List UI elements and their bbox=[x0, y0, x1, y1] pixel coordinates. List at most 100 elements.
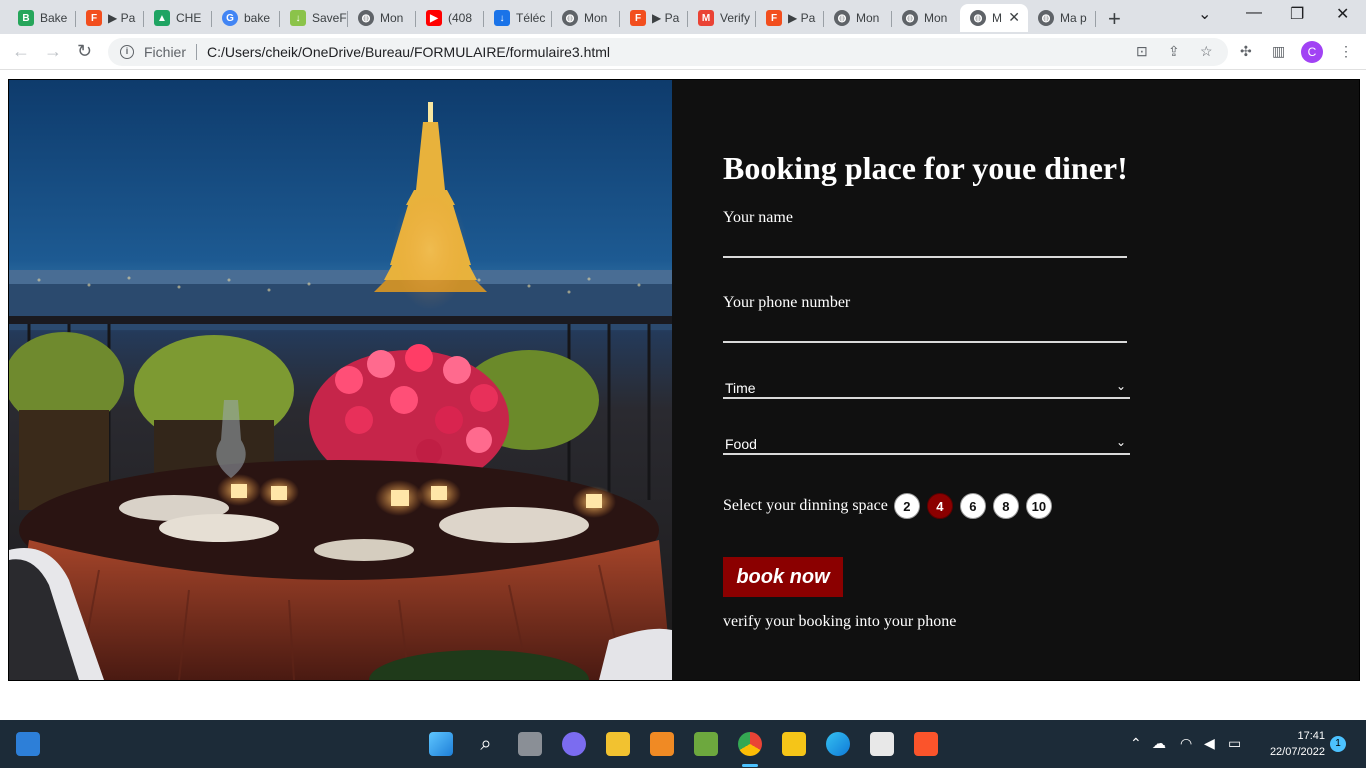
phone-input[interactable] bbox=[723, 341, 1127, 343]
tab[interactable]: F ▶ Pa bbox=[76, 4, 144, 32]
widgets-icon[interactable] bbox=[16, 732, 40, 756]
info-icon[interactable]: i bbox=[120, 45, 134, 59]
figma-icon: F bbox=[766, 10, 782, 26]
figma-icon: F bbox=[630, 10, 646, 26]
dining-space-selector: Select your dinning space 2 4 6 8 10 bbox=[723, 493, 1059, 519]
figma-icon: F bbox=[86, 10, 102, 26]
space-option-2[interactable]: 2 bbox=[893, 493, 920, 519]
tab[interactable]: F ▶ Pa bbox=[620, 4, 688, 32]
brave-icon[interactable] bbox=[914, 732, 938, 756]
form-title: Booking place for youe diner! bbox=[723, 150, 1128, 186]
tab[interactable]: ◍ Mon bbox=[348, 4, 416, 32]
search-icon[interactable]: ⌕ bbox=[474, 732, 498, 756]
globe-icon: ◍ bbox=[1038, 10, 1054, 26]
address-url: C:/Users/cheik/OneDrive/Bureau/FORMULAIR… bbox=[207, 44, 611, 60]
battery-icon[interactable]: ▭ bbox=[1228, 735, 1241, 752]
globe-icon: ◍ bbox=[562, 10, 578, 26]
wifi-icon[interactable]: ◠ bbox=[1180, 735, 1192, 752]
volume-icon[interactable]: ◀ bbox=[1204, 735, 1215, 752]
globe-icon: ◍ bbox=[970, 10, 986, 26]
food-select-value: Food bbox=[725, 436, 757, 452]
download-icon: ↓ bbox=[494, 10, 510, 26]
reload-icon[interactable]: ↻ bbox=[77, 41, 92, 62]
tab[interactable]: ▶ (408 bbox=[416, 4, 484, 32]
google-drive-icon: ▲ bbox=[154, 10, 170, 26]
onedrive-icon[interactable]: ☁ bbox=[1152, 735, 1166, 752]
booking-form: Booking place for youe diner! Your name … bbox=[723, 80, 1353, 680]
restore-icon[interactable]: ❐ bbox=[1290, 4, 1304, 24]
time-select[interactable]: Time ⌄ bbox=[723, 379, 1130, 399]
back-icon[interactable]: ← bbox=[12, 41, 30, 62]
bookmark-star-icon[interactable]: ☆ bbox=[1200, 43, 1213, 60]
share-icon[interactable]: ⇪ bbox=[1168, 43, 1180, 60]
space-option-6[interactable]: 6 bbox=[959, 493, 986, 519]
google-app-icon: G bbox=[222, 10, 238, 26]
restaurant-photo bbox=[9, 80, 672, 680]
tab[interactable]: ↓ Téléc bbox=[484, 4, 552, 32]
minimize-icon[interactable]: — bbox=[1246, 4, 1262, 22]
page-viewport: Booking place for youe diner! Your name … bbox=[0, 71, 1366, 720]
notepad-plus-icon[interactable] bbox=[694, 732, 718, 756]
file-explorer-icon[interactable] bbox=[606, 732, 630, 756]
globe-icon: ◍ bbox=[902, 10, 918, 26]
verify-note: verify your booking into your phone bbox=[723, 613, 957, 630]
task-view-icon[interactable] bbox=[518, 732, 542, 756]
chevron-down-icon: ⌄ bbox=[1115, 379, 1126, 393]
extensions-icon[interactable]: ✣ bbox=[1240, 43, 1252, 60]
menu-icon[interactable]: ⋮ bbox=[1339, 43, 1353, 60]
food-select[interactable]: Food ⌄ bbox=[723, 435, 1130, 455]
tab[interactable]: ◍ Mon bbox=[552, 4, 620, 32]
tab[interactable]: ◍ Mon bbox=[824, 4, 892, 32]
phone-label: Your phone number bbox=[723, 294, 851, 311]
teams-chat-icon[interactable] bbox=[562, 732, 586, 756]
windows-start-icon[interactable] bbox=[429, 732, 453, 756]
space-option-10[interactable]: 10 bbox=[1025, 493, 1052, 519]
time-select-value: Time bbox=[725, 380, 756, 396]
active-app-indicator bbox=[742, 764, 758, 767]
address-bar[interactable]: i Fichier C:/Users/cheik/OneDrive/Bureau… bbox=[108, 38, 1228, 66]
clock-time: 17:41 bbox=[1297, 730, 1325, 742]
tab[interactable]: ◍ Mon bbox=[892, 4, 960, 32]
space-option-4[interactable]: 4 bbox=[926, 493, 953, 519]
space-option-8[interactable]: 8 bbox=[992, 493, 1019, 519]
tab[interactable]: ◍ Ma p bbox=[1028, 4, 1096, 32]
tab[interactable]: F ▶ Pa bbox=[756, 4, 824, 32]
forward-icon[interactable]: → bbox=[44, 41, 62, 62]
close-window-icon[interactable]: ✕ bbox=[1336, 4, 1349, 24]
notification-badge[interactable]: 1 bbox=[1330, 736, 1346, 752]
gmail-icon: M bbox=[698, 10, 714, 26]
norton-icon[interactable] bbox=[782, 732, 806, 756]
name-input[interactable] bbox=[723, 256, 1127, 258]
chevron-up-icon[interactable]: ⌃ bbox=[1130, 735, 1142, 752]
tab[interactable]: M Verify bbox=[688, 4, 756, 32]
tab[interactable]: B Bake bbox=[8, 4, 76, 32]
system-clock[interactable]: 17:41 22/07/2022 bbox=[1255, 728, 1325, 760]
clock-date: 22/07/2022 bbox=[1269, 746, 1325, 758]
bakeo-icon: B bbox=[18, 10, 34, 26]
globe-icon: ◍ bbox=[358, 10, 374, 26]
sublime-text-icon[interactable] bbox=[650, 732, 674, 756]
tab-search-icon[interactable]: ⌄ bbox=[1198, 4, 1211, 24]
tab[interactable]: Gbake bbox=[212, 4, 280, 32]
close-tab-icon[interactable]: ✕ bbox=[1008, 9, 1020, 26]
booking-card: Booking place for youe diner! Your name … bbox=[8, 79, 1360, 681]
chrome-icon[interactable] bbox=[738, 732, 762, 756]
snipping-tool-icon[interactable] bbox=[870, 732, 894, 756]
tab-strip: B Bake F ▶ Pa ▲ CHE Gbake ↓ SaveF ◍ Mon ▶ (408… bbox=[0, 0, 1366, 34]
book-now-button[interactable]: book now bbox=[723, 557, 843, 597]
tab[interactable]: ▲ CHE bbox=[144, 4, 212, 32]
globe-icon: ◍ bbox=[834, 10, 850, 26]
youtube-icon: ▶ bbox=[426, 10, 442, 26]
edge-icon[interactable] bbox=[826, 732, 850, 756]
taskbar: ⌕ ⌃ ☁ ◠ ◀ ▭ 17:41 22/07/2022 1 bbox=[0, 720, 1366, 768]
tab[interactable]: ↓ SaveF bbox=[280, 4, 348, 32]
translate-icon[interactable]: ⊡ bbox=[1136, 43, 1148, 60]
side-panel-icon[interactable]: ▥ bbox=[1272, 43, 1285, 60]
name-label: Your name bbox=[723, 209, 793, 226]
profile-avatar[interactable]: C bbox=[1301, 41, 1323, 63]
savefrom-icon: ↓ bbox=[290, 10, 306, 26]
new-tab-icon[interactable]: + bbox=[1108, 6, 1121, 32]
browser-toolbar: ← → ↻ i Fichier C:/Users/cheik/OneDrive/… bbox=[0, 34, 1366, 70]
dining-space-label: Select your dinning space bbox=[723, 497, 888, 514]
tab-active[interactable]: ◍ M ✕ bbox=[960, 4, 1028, 32]
